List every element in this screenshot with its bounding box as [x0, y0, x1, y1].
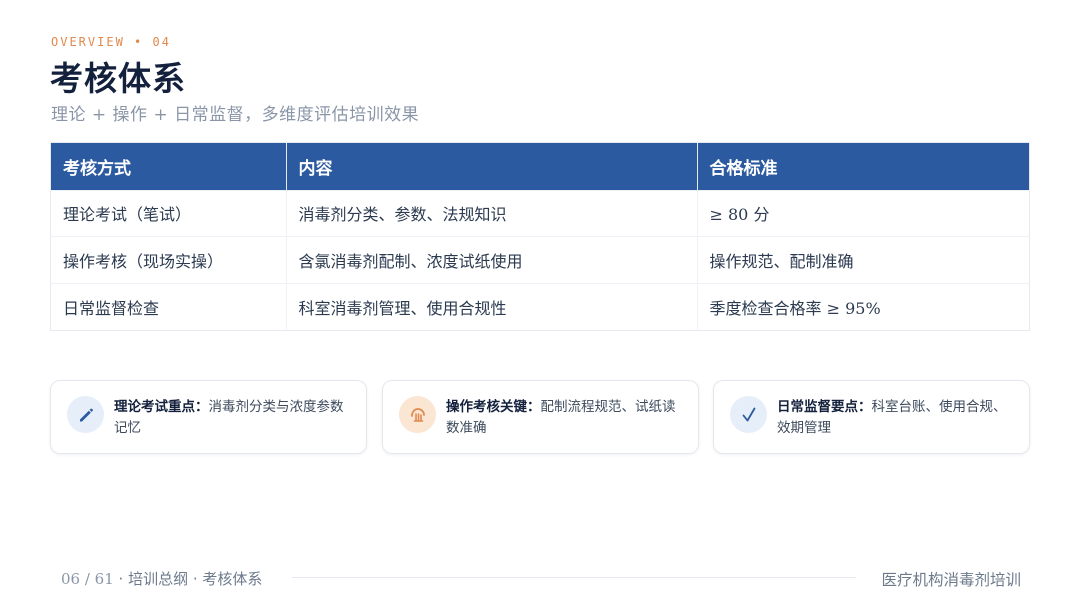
table-row: 操作考核（现场实操） 含氯消毒剂配制、浓度试纸使用 操作规范、配制准确	[51, 236, 1029, 283]
table-cell: 操作规范、配制准确	[697, 236, 1029, 283]
footer-section: · 培训总纲 · 考核体系	[118, 570, 263, 588]
column-header-content: 内容	[286, 143, 698, 190]
table-cell: 季度检查合格率 ≥ 95%	[697, 282, 1029, 330]
footer-brand: 医疗机构消毒剂培训	[881, 571, 1021, 589]
table-cell: 含氯消毒剂配制、浓度试纸使用	[286, 236, 698, 283]
table-row: 理论考试（笔试） 消毒剂分类、参数、法规知识 ≥ 80 分	[51, 189, 1029, 237]
column-header-standard: 合格标准	[697, 143, 1029, 190]
card-theory: 理论考试重点：消毒剂分类与浓度参数记忆	[50, 380, 367, 454]
page-footer: 06 / 61 · 培训总纲 · 考核体系 医疗机构消毒剂培训	[61, 568, 1021, 590]
footer-breadcrumb: 06 / 61 · 培训总纲 · 考核体系	[61, 568, 262, 589]
card-label: 操作考核关键：	[446, 399, 541, 415]
table-cell: 理论考试（笔试）	[51, 189, 287, 237]
table-cell: 消毒剂分类、参数、法规知识	[286, 189, 698, 237]
assessment-table: 考核方式 内容 合格标准 理论考试（笔试） 消毒剂分类、参数、法规知识 ≥ 80…	[50, 142, 1030, 331]
check-icon	[730, 396, 767, 433]
pencil-icon	[67, 396, 104, 433]
table-cell: 操作考核（现场实操）	[51, 236, 287, 283]
card-label: 理论考试重点：	[114, 399, 209, 415]
table-header-row: 考核方式 内容 合格标准	[51, 143, 1029, 190]
card-supervision: 日常监督要点：科室台账、使用合规、效期管理	[713, 380, 1030, 454]
page-number: 06 / 61	[61, 570, 114, 588]
page-subtitle: 理论 + 操作 + 日常监督，多维度评估培训效果	[51, 105, 420, 125]
card-text: 日常监督要点：科室台账、使用合规、效期管理	[777, 397, 1017, 439]
page-title: 考核体系	[50, 59, 186, 98]
table-cell: 日常监督检查	[51, 282, 287, 330]
table-cell: 科室消毒剂管理、使用合规性	[286, 282, 698, 330]
footer-divider	[292, 577, 856, 578]
table-row: 日常监督检查 科室消毒剂管理、使用合规性 季度检查合格率 ≥ 95%	[51, 282, 1029, 330]
eyebrow-label: OVERVIEW • 04	[51, 35, 171, 49]
card-label: 日常监督要点：	[777, 399, 872, 415]
hand-icon	[399, 396, 436, 433]
card-text: 理论考试重点：消毒剂分类与浓度参数记忆	[114, 397, 354, 439]
card-operation: 操作考核关键：配制流程规范、试纸读数准确	[382, 380, 699, 454]
table-cell: ≥ 80 分	[697, 189, 1029, 237]
column-header-method: 考核方式	[51, 143, 287, 190]
card-text: 操作考核关键：配制流程规范、试纸读数准确	[446, 397, 686, 439]
key-points-cards: 理论考试重点：消毒剂分类与浓度参数记忆 操作考核关键：配制流程规范、试纸读数准确…	[50, 380, 1030, 454]
